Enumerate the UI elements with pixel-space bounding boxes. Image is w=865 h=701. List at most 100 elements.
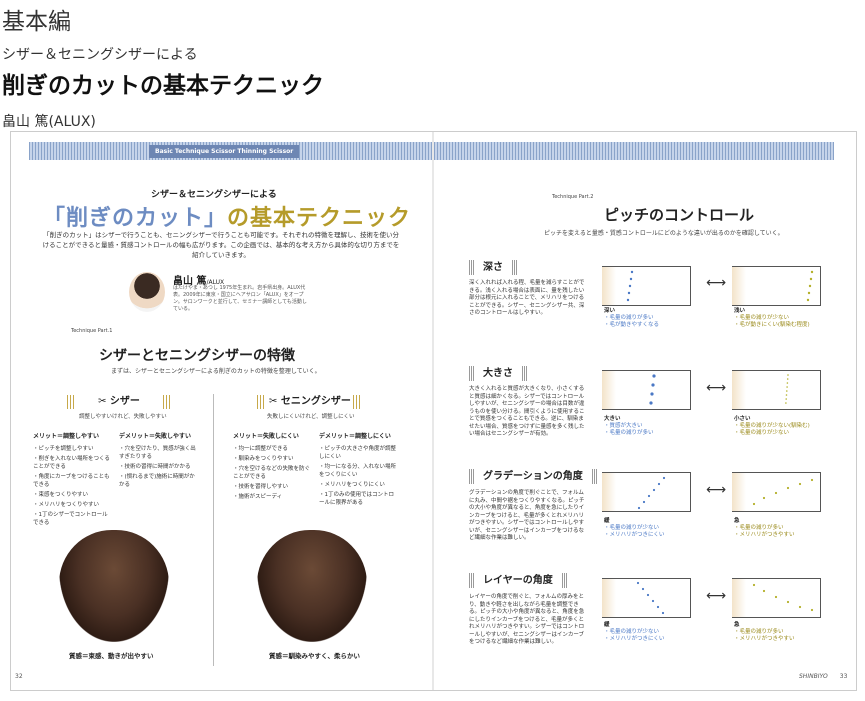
diagram-layer-gentle bbox=[602, 578, 691, 618]
scissor-demerit-list: ・穴を空けたり、質感が強く出すぎたりする ・技術の習得に時間がかかる ・(慣れる… bbox=[119, 445, 197, 491]
label-note: ・毛が動きにくい(馴染む程度) bbox=[734, 322, 810, 328]
thinning-column-sub: 失敗しにくいけれど、調整しにくい bbox=[267, 414, 355, 420]
scissor-haircut-photo bbox=[59, 530, 169, 642]
list-item: ・技術を習得しやすい bbox=[233, 484, 288, 490]
dot-line bbox=[636, 581, 665, 615]
scissor-merit-list: ・ピッチを調整しやすい ・削ぎを入れない場所をつくることができる ・角度にカーブ… bbox=[33, 445, 111, 529]
label-note: ・メリハリがつきにくい bbox=[604, 532, 665, 538]
label-note: ・質感が大きい bbox=[604, 423, 643, 429]
list-item: ・1丁のシザーでコントロールできる bbox=[33, 512, 108, 526]
list-item: ・均一に調整ができる bbox=[233, 446, 288, 452]
diagram-layer-steep bbox=[732, 578, 821, 618]
magazine-spread-image: Basic Technique Scissor Thinning Scissor… bbox=[10, 131, 857, 691]
graduation-right-labels: 急 ・毛量の減りが多い ・メリハリがつきやすい bbox=[734, 518, 795, 539]
dot-line bbox=[637, 476, 666, 510]
dots bbox=[626, 270, 634, 302]
dots bbox=[636, 581, 665, 615]
title-quote: 「削ぎのカット」 bbox=[43, 206, 228, 231]
label-note: ・毛量の減りが多い bbox=[734, 525, 784, 531]
label-head: 急 bbox=[734, 518, 740, 524]
scissor-merit-head: メリット＝調整しやすい bbox=[33, 433, 99, 440]
row-body-layer: レイヤーの角度で削ぐと、フォルムの厚みをとり、動きや軽さを出しながら毛量を調整で… bbox=[469, 594, 585, 645]
list-item: ・メリハリをつくりやすい bbox=[33, 502, 100, 508]
graduation-left-labels: 緩 ・毛量の減りが少ない ・メリハリがつきにくい bbox=[604, 518, 664, 539]
right-page-description: ピッチを変えると量感・質感コントロールにどのような違いが出るのかを確認していく。 bbox=[544, 230, 784, 237]
author-credit: 畠山 篤(ALUX) bbox=[2, 114, 96, 130]
section-title: シザーとセニングシザーの特徴 bbox=[99, 348, 295, 364]
list-item: ・馴染みをつくりやすい bbox=[233, 456, 294, 462]
label-note: ・毛量の減りが少ない bbox=[734, 430, 790, 436]
list-item: ・ピッチを調整しやすい bbox=[33, 446, 94, 452]
thinning-merit-head: メリット＝失敗しにくい bbox=[233, 433, 299, 440]
thinning-merit-list: ・均一に調整ができる ・馴染みをつくりやすい ・穴を空けるなどの失敗を防ぐことが… bbox=[233, 445, 311, 503]
footer-brand: SHINBIYO bbox=[799, 673, 828, 680]
diagram-depth-deep bbox=[602, 266, 691, 306]
scissor-column-head: ✂ シザー bbox=[67, 395, 171, 409]
thinning-column-head: ✂ セニングシザー bbox=[257, 395, 361, 409]
depth-right-labels: 浅い ・毛量の減りが少ない ・毛が動きにくい(馴染む程度) bbox=[734, 308, 810, 329]
label-head: 深い bbox=[604, 308, 616, 314]
label-note: ・毛量の減りが多い bbox=[604, 430, 654, 436]
row-body-size: 大きく入れると質感が大きくなり、小さくすると質感は細かくなる。シザーではコントロ… bbox=[469, 386, 585, 437]
row-head-graduation: グラデーションの角度 bbox=[469, 469, 597, 484]
label-head: 急 bbox=[734, 622, 740, 628]
dot-line bbox=[806, 270, 814, 302]
row-body-depth: 深く入れれば入れる程、毛量を減らすことができる。浅く入れる場合は表面に、量を残し… bbox=[469, 280, 585, 316]
scissor-photo-caption: 質感＝束感、動きが出やすい bbox=[69, 652, 154, 660]
list-item: ・ピッチの大きさや角度が調整しにくい bbox=[319, 446, 397, 460]
page-subtitle: シザー＆セニングシザーによる bbox=[2, 47, 198, 63]
dots bbox=[649, 374, 656, 405]
left-page: シザー＆セニングシザーによる 「削ぎのカット」の基本テクニック 「削ぎのカット」… bbox=[11, 132, 433, 690]
thinning-photo-caption: 質感＝馴染みやすく、柔らかい bbox=[269, 652, 360, 660]
label-note: ・毛量の減りが少ない bbox=[604, 629, 660, 635]
list-item: ・(慣れるまで)施術に時間がかかる bbox=[119, 474, 195, 488]
label-head: 大きい bbox=[604, 416, 621, 422]
diagram-graduation-steep bbox=[732, 472, 821, 512]
list-item: ・1丁のみの使用ではコントロールに限界がある bbox=[319, 492, 395, 506]
scissor-demerit-head: デメリット＝失敗しやすい bbox=[119, 433, 191, 440]
layer-right-labels: 急 ・毛量の減りが多い ・メリハリがつきやすい bbox=[734, 622, 795, 643]
label-note: ・メリハリがつきやすい bbox=[734, 636, 795, 642]
right-page-footer: SHINBIYO 33 bbox=[799, 673, 847, 680]
label-note: ・毛量の減りが少ない bbox=[734, 315, 790, 321]
thinning-demerit-head: デメリット＝調整しにくい bbox=[319, 433, 391, 440]
label-note: ・メリハリがつきやすい bbox=[734, 532, 795, 538]
row-head-depth: 深さ bbox=[469, 260, 517, 275]
page-title: 削ぎのカットの基本テクニック bbox=[2, 73, 324, 99]
list-item: ・穴を空けるなどの失敗を防ぐことができる bbox=[233, 466, 311, 480]
left-page-title: 「削ぎのカット」の基本テクニック bbox=[43, 200, 411, 232]
dot-line bbox=[626, 270, 634, 302]
list-item: ・削ぎを入れない場所をつくることができる bbox=[33, 456, 110, 470]
label-head: 緩 bbox=[604, 622, 610, 628]
dots bbox=[637, 476, 666, 510]
size-right-labels: 小さい ・毛量の減りが少ない(馴染む) ・毛量の減りが少ない bbox=[734, 416, 810, 437]
right-page-title: ピッチのコントロール bbox=[604, 206, 755, 224]
layer-left-labels: 緩 ・毛量の減りが少ない ・メリハリがつきにくい bbox=[604, 622, 664, 643]
dots bbox=[752, 583, 814, 612]
compare-arrow-icon: ⟷ bbox=[706, 482, 727, 498]
list-item: ・均一になる分、入れない場所をつくりにくい bbox=[319, 464, 397, 478]
dot-line bbox=[785, 374, 789, 404]
list-item: ・穴を空けたり、質感が強く出すぎたりする bbox=[119, 446, 196, 460]
list-item: ・技術の習得に時間がかかる bbox=[119, 464, 191, 470]
label-head: 緩 bbox=[604, 518, 610, 524]
row-head-size: 大きさ bbox=[469, 366, 527, 381]
list-item: ・束感をつくりやすい bbox=[33, 492, 89, 498]
right-page-number: 33 bbox=[839, 673, 848, 680]
diagram-graduation-gentle bbox=[602, 472, 691, 512]
label-note: ・毛量の減りが少ない(馴染む) bbox=[734, 423, 810, 429]
dots bbox=[785, 374, 789, 404]
label-note: ・毛量の減りが多い bbox=[734, 629, 784, 635]
scissor-column-sub: 調整しやすいけれど、失敗しやすい bbox=[79, 414, 167, 420]
thinning-demerit-list: ・ピッチの大きさや角度が調整しにくい ・均一になる分、入れない場所をつくりにくい… bbox=[319, 445, 397, 509]
right-page: Technique Part.2 ピッチのコントロール ピッチを変えると量感・質… bbox=[434, 132, 856, 690]
compare-arrow-icon: ⟷ bbox=[706, 588, 727, 604]
left-page-number: 32 bbox=[15, 673, 23, 680]
label-head: 浅い bbox=[734, 308, 746, 314]
list-item: ・角度にカーブをつけることもできる bbox=[33, 474, 110, 488]
diagram-size-small bbox=[732, 370, 821, 410]
column-divider bbox=[213, 394, 214, 666]
dots bbox=[752, 478, 814, 506]
dot-line bbox=[752, 583, 814, 612]
list-item: ・施術がスピーディ bbox=[233, 494, 283, 500]
